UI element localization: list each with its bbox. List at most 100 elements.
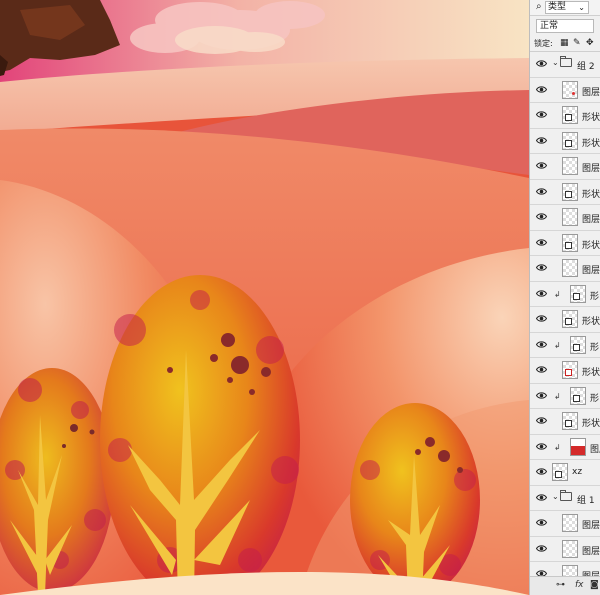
layer-name: 图层 xyxy=(590,444,600,455)
folder-icon xyxy=(560,56,572,67)
layer-thumbnail xyxy=(562,106,578,124)
layer-kind-filter-select[interactable]: 类型 ⌄ xyxy=(545,1,589,14)
layer-name: 图层 xyxy=(582,215,600,225)
eye-icon[interactable] xyxy=(535,238,548,247)
eye-icon[interactable] xyxy=(535,263,548,272)
lock-pixels-icon[interactable]: ▦ xyxy=(560,38,569,48)
layer-thumbnail xyxy=(562,233,578,252)
canvas-artwork xyxy=(0,0,529,595)
layer-thumbnail xyxy=(562,80,578,99)
layer-thumbnail xyxy=(562,412,578,430)
layer-row[interactable]: xz xyxy=(530,460,600,486)
eye-icon[interactable] xyxy=(535,365,548,374)
layer-row[interactable]: ↲ 形 xyxy=(530,281,600,307)
layer-thumbnail xyxy=(562,539,578,558)
layer-row[interactable]: 形状 xyxy=(530,128,600,154)
eye-icon[interactable] xyxy=(535,467,548,476)
clipping-mask-icon: ↲ xyxy=(554,289,561,299)
eye-icon[interactable] xyxy=(535,161,548,170)
eye-icon[interactable] xyxy=(535,212,548,221)
layer-row[interactable]: 形状 xyxy=(530,409,600,435)
layer-name: 形 xyxy=(590,393,600,404)
layer-name: 图层 xyxy=(582,164,600,174)
eye-icon[interactable] xyxy=(535,110,548,119)
layer-thumbnail xyxy=(562,259,578,277)
blend-mode-row: 正常 xyxy=(530,18,600,34)
layer-name: 形状 xyxy=(582,368,600,378)
layer-thumbnail xyxy=(570,437,586,456)
layer-name: 图层 xyxy=(582,546,600,557)
layer-row[interactable]: 形状 xyxy=(530,358,600,384)
layer-name: 组 2 xyxy=(577,62,595,72)
layer-thumbnail xyxy=(562,310,578,328)
eye-icon[interactable] xyxy=(535,59,548,68)
layer-name: 形状 xyxy=(582,113,600,123)
chevron-down-icon[interactable]: ⌄ xyxy=(552,492,559,501)
layer-kind-filter-value: 类型 xyxy=(548,2,567,12)
eye-icon[interactable] xyxy=(535,136,548,145)
blend-mode-value: 正常 xyxy=(540,21,559,31)
layer-row[interactable]: 图层 xyxy=(530,511,600,537)
layer-name: 形状 xyxy=(582,189,600,200)
eye-icon[interactable] xyxy=(535,416,548,425)
eye-icon[interactable] xyxy=(535,340,548,349)
layer-row[interactable]: 图层 xyxy=(530,77,600,103)
fx-icon[interactable]: fx xyxy=(575,580,584,590)
mask-icon[interactable]: ◙ xyxy=(590,580,599,590)
layer-group-row[interactable]: ⌄ 组 2 xyxy=(530,52,600,78)
layer-row[interactable]: 形状 xyxy=(530,103,600,129)
layer-filter-row: ⌕ 类型 ⌄ xyxy=(530,0,600,16)
layer-row[interactable]: 图层 xyxy=(530,256,600,282)
eye-icon[interactable] xyxy=(535,442,548,451)
layer-thumbnail xyxy=(562,208,578,226)
layer-thumbnail xyxy=(570,335,586,354)
layer-row[interactable]: 图层 xyxy=(530,205,600,231)
layer-row[interactable]: 图层 xyxy=(530,154,600,180)
document-canvas[interactable] xyxy=(0,0,529,595)
tree-right xyxy=(350,403,480,595)
layer-name: 形状 xyxy=(582,317,600,327)
layer-row[interactable]: ↲ 形 xyxy=(530,332,600,358)
layer-name: 形状 xyxy=(582,240,600,251)
layer-thumbnail xyxy=(562,157,578,175)
eye-icon[interactable] xyxy=(535,314,548,323)
layer-name: 组 1 xyxy=(577,495,595,506)
layer-row[interactable]: 形状 xyxy=(530,230,600,256)
layer-group-row[interactable]: ⌄ 组 1 xyxy=(530,485,600,511)
eye-icon[interactable] xyxy=(535,391,548,400)
layer-thumbnail xyxy=(562,182,578,201)
layer-row[interactable]: ↲ 形 xyxy=(530,383,600,409)
layer-name: 形 xyxy=(590,291,600,302)
chevron-down-icon[interactable]: ⌄ xyxy=(552,58,559,67)
layer-row[interactable]: 形状 xyxy=(530,179,600,205)
clipping-mask-icon: ↲ xyxy=(554,391,561,401)
layer-row[interactable]: 形状 xyxy=(530,307,600,333)
layer-name: 形状 xyxy=(582,138,600,149)
layer-row[interactable]: 图层 xyxy=(530,536,600,562)
chevron-down-icon: ⌄ xyxy=(578,3,585,12)
eye-icon[interactable] xyxy=(535,187,548,196)
layers-panel: ⌕ 类型 ⌄ 正常 锁定: ▦ ✎ ✥ ⌄ 组 2 图层 形状 形状 图层 形状 图层 形状 图层… xyxy=(529,0,600,595)
blend-mode-select[interactable]: 正常 xyxy=(536,19,594,33)
layer-thumbnail xyxy=(570,386,586,405)
layer-name: xz xyxy=(572,467,583,477)
link-icon[interactable]: ⊶ xyxy=(556,580,565,590)
layers-bottom-bar: ⊶ fx ◙ xyxy=(530,576,600,595)
brush-icon[interactable]: ✎ xyxy=(573,38,581,48)
layer-thumbnail xyxy=(570,284,586,303)
layer-name: 图层 xyxy=(582,521,600,531)
eye-icon[interactable] xyxy=(535,85,548,94)
folder-icon xyxy=(560,489,572,501)
move-icon[interactable]: ✥ xyxy=(586,38,594,48)
eye-icon[interactable] xyxy=(535,518,548,527)
eye-icon[interactable] xyxy=(535,544,548,553)
layer-thumbnail xyxy=(562,514,578,532)
eye-icon[interactable] xyxy=(535,289,548,298)
tree-center xyxy=(100,275,300,595)
search-icon[interactable]: ⌕ xyxy=(536,1,542,12)
lock-row: 锁定: ▦ ✎ ✥ xyxy=(530,36,600,52)
eye-icon[interactable] xyxy=(535,493,548,502)
layer-name: 形 xyxy=(590,342,600,353)
layer-row[interactable]: ↲ 图层 xyxy=(530,434,600,460)
lock-label: 锁定: xyxy=(534,39,553,48)
